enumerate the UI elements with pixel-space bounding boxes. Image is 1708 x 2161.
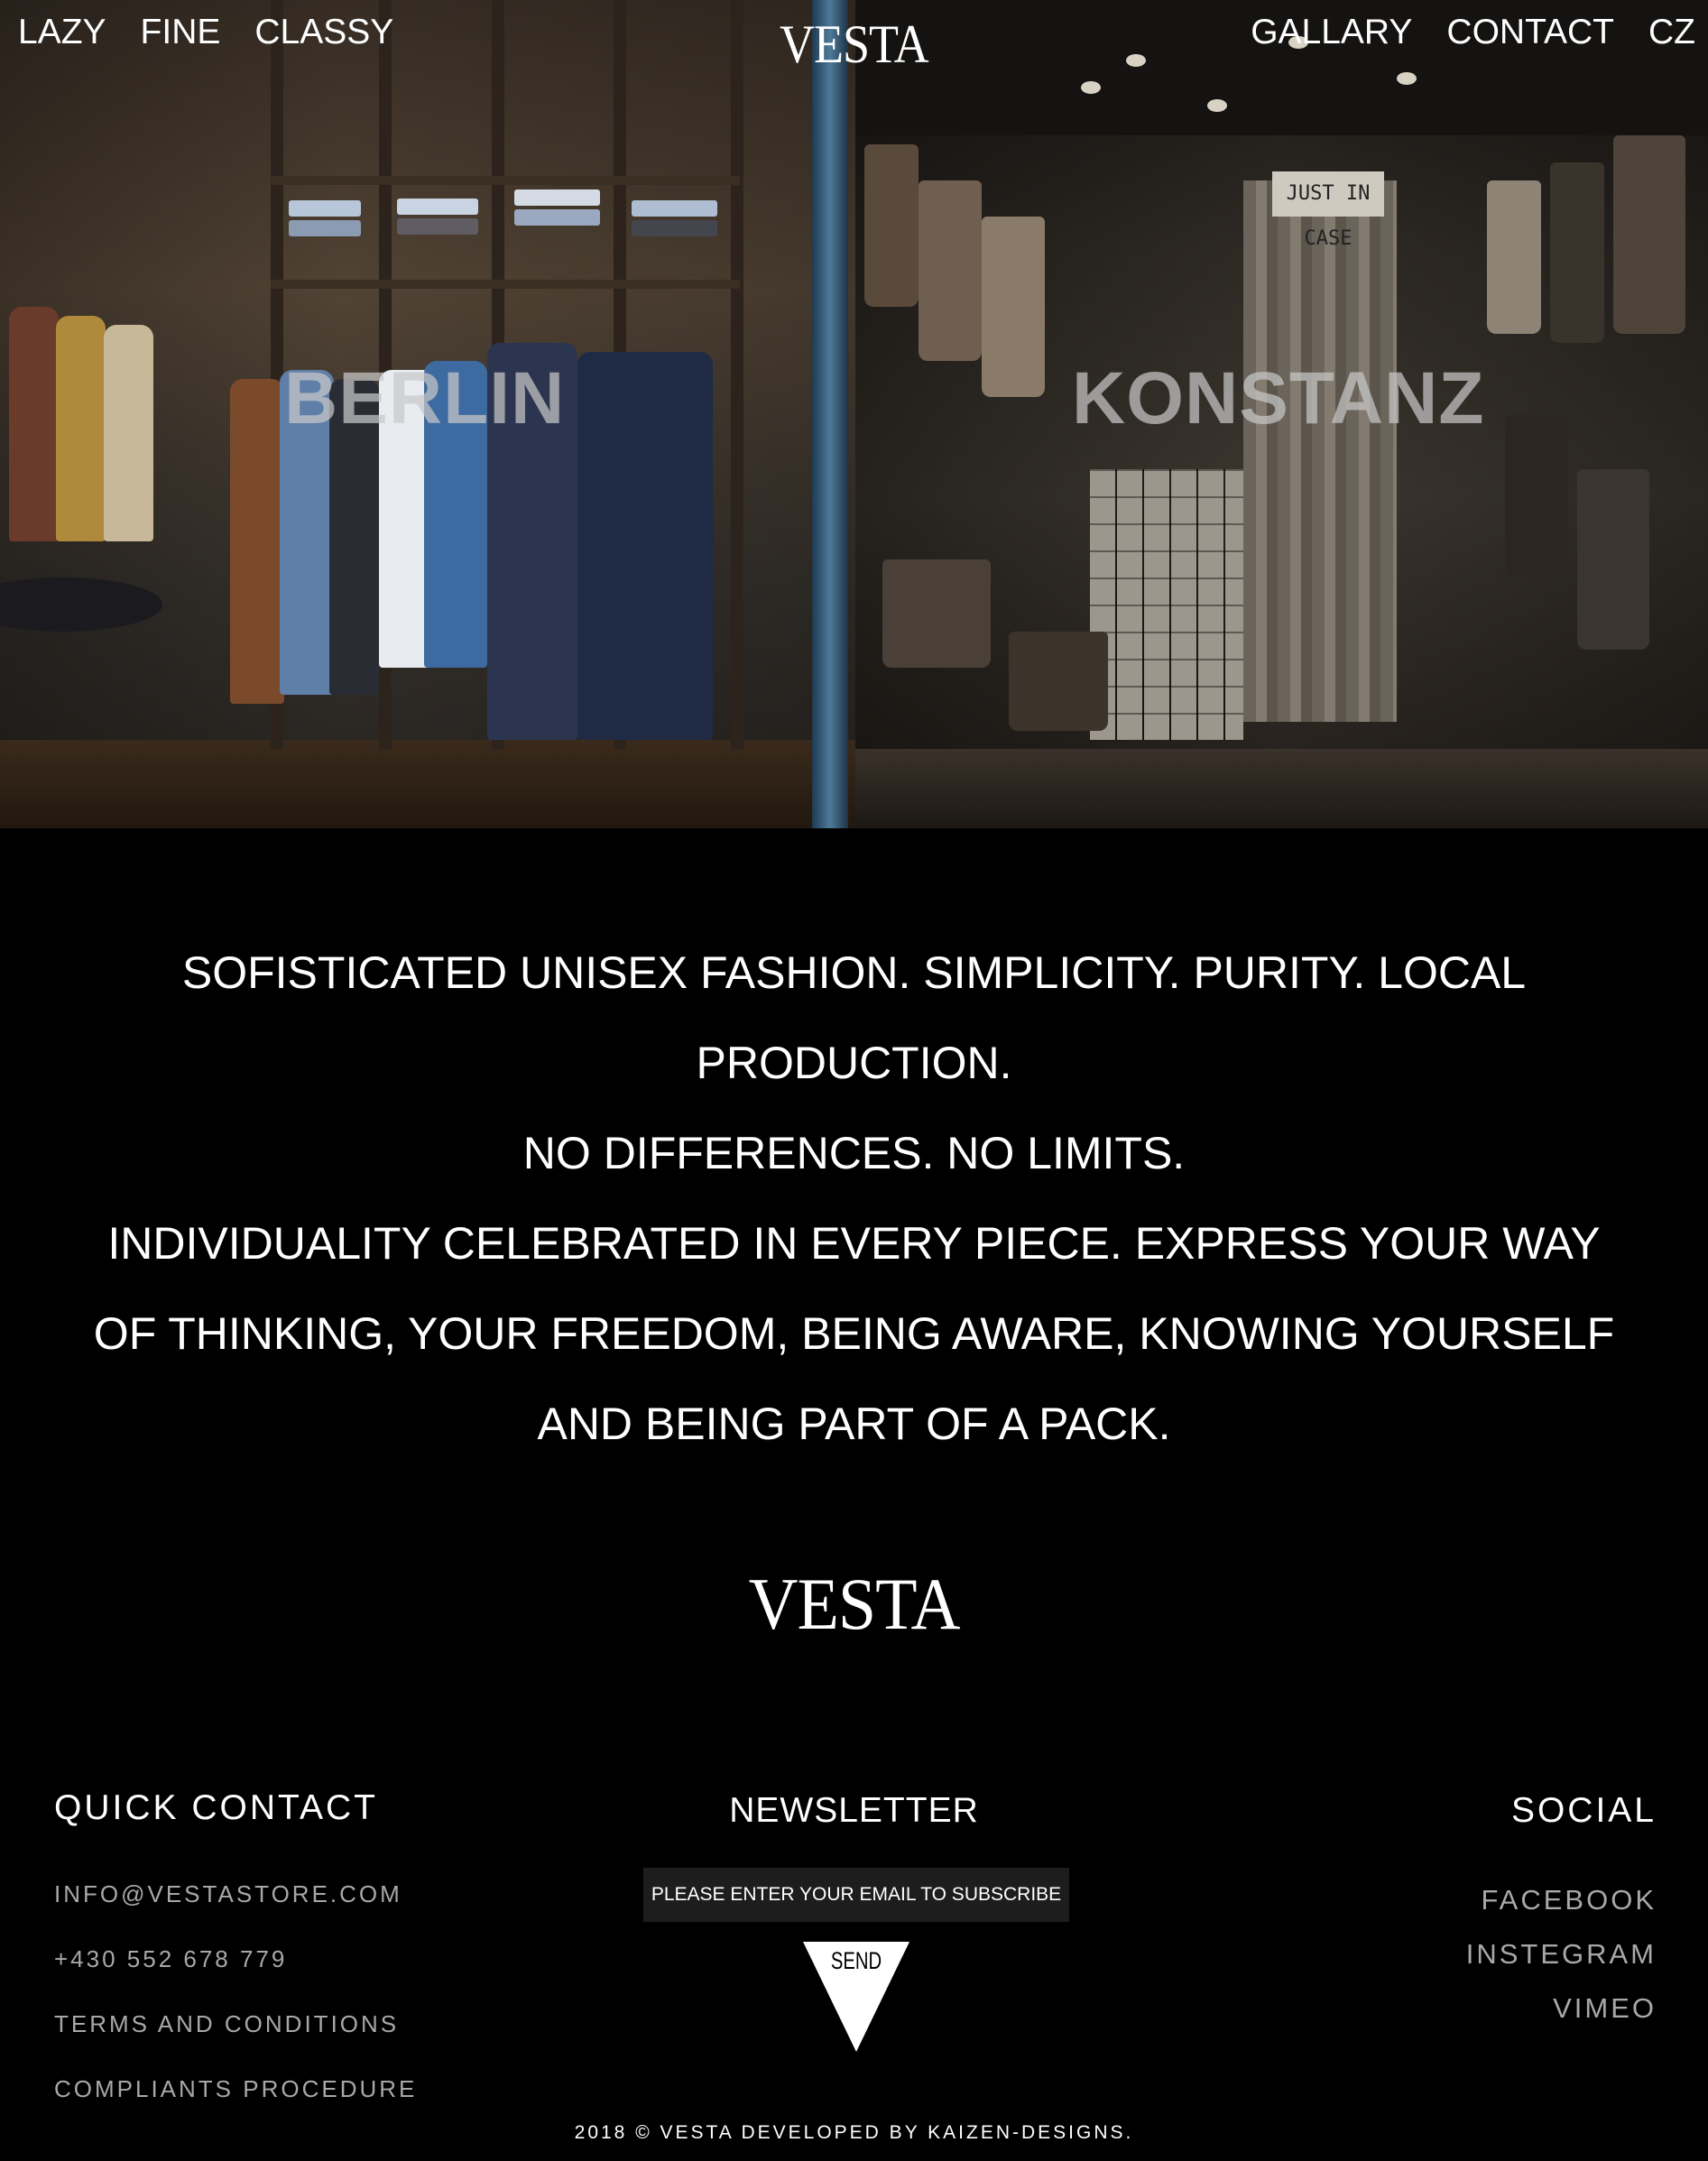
folded-shirts [514,209,600,226]
hanging-bag [1577,469,1649,650]
hanging-bag [864,144,919,307]
store-panel-berlin[interactable]: BERLIN [0,0,855,828]
folded-shirts [632,220,717,236]
hero-section: BERLIN JUST IN CASE KONSTANZ LAZY FINE CLA… [0,0,1708,828]
contact-email-link[interactable]: INFO@VESTASTORE.COM [54,1880,402,1908]
nav-link-classy[interactable]: CLASSY [254,13,393,51]
mission-line: SOFISTICATED UNISEX FASHION. SIMPLICITY.… [181,947,1527,1088]
store-panel-konstanz[interactable]: JUST IN CASE KONSTANZ [855,0,1708,828]
store-floor [855,749,1708,828]
nav-link-fine[interactable]: FINE [141,13,221,51]
brand-logo-footer: VESTA [748,1563,961,1646]
ceiling-light [1397,72,1417,85]
nav-left: LAZY FINE CLASSY [18,13,428,52]
hanging-jacket [9,307,59,541]
shelf-board [271,280,740,289]
folded-shirts [289,220,361,236]
shelf-board [271,176,740,185]
social-link-facebook[interactable]: FACEBOOK [1481,1884,1657,1916]
complaints-link[interactable]: COMPLIANTS PROCEDURE [54,2075,417,2103]
folded-shirts [397,199,478,215]
shelf-post [731,0,743,749]
send-button[interactable]: SEND [801,1940,911,2054]
mission-line: NO DIFFERENCES. NO LIMITS. [522,1128,1186,1178]
display-table [0,577,162,632]
social-heading: SOCIAL [1510,1791,1657,1830]
nav-link-contact[interactable]: CONTACT [1446,13,1614,51]
hanging-jacket [104,325,153,541]
terms-link[interactable]: TERMS AND CONDITIONS [54,2010,399,2038]
social-link-vimeo[interactable]: VIMEO [1553,1992,1657,2025]
mission-statement: SOFISTICATED UNISEX FASHION. SIMPLICITY.… [72,928,1636,1469]
ceiling-light [1126,54,1146,67]
hanging-bag [919,180,982,361]
city-label-konstanz[interactable]: KONSTANZ [1072,356,1484,441]
store-sign: JUST IN CASE [1272,171,1384,250]
tiled-counter [1090,469,1243,740]
hanging-bag [1505,415,1568,577]
hanging-jacket [577,352,713,740]
nav-link-gallery[interactable]: GALLARY [1251,13,1412,51]
hanging-jacket [230,379,284,704]
language-switch-cz[interactable]: CZ [1648,13,1695,51]
glass-door [812,0,848,828]
hanging-bag [982,217,1045,397]
newsletter-heading: NEWSLETTER [729,1791,979,1830]
city-label-berlin[interactable]: BERLIN [284,356,565,441]
brand-logo-header[interactable]: VESTA [780,13,929,75]
ceiling-light [1081,81,1101,94]
newsletter-email-input[interactable] [643,1868,1069,1922]
hanging-bag [1613,135,1685,334]
folded-shirts [514,189,600,206]
fitting-room-curtain [1243,180,1397,722]
nav-link-lazy[interactable]: LAZY [18,13,106,51]
hanging-jacket [56,316,106,541]
contact-phone-link[interactable]: +430 552 678 779 [54,1945,287,1973]
store-floor [0,740,855,828]
mission-line: INDIVIDUALITY CELEBRATED IN EVERY PIECE.… [93,1218,1615,1449]
ceiling-light [1207,99,1227,112]
folded-shirts [289,200,361,217]
folded-shirts [632,200,717,217]
shelf-bag [882,559,991,668]
copyright-text: 2018 © VESTA DEVELOPED BY KAIZEN-DESIGNS… [574,2122,1134,2143]
hanging-bag [1550,162,1604,343]
social-link-instagram[interactable]: INSTEGRAM [1466,1938,1657,1971]
shelf-bag [1009,632,1108,731]
folded-shirts [397,218,478,235]
send-button-label: SEND [830,1947,882,1974]
nav-right: GALLARY CONTACT CZ [1216,13,1695,52]
hanging-bag [1487,180,1541,334]
